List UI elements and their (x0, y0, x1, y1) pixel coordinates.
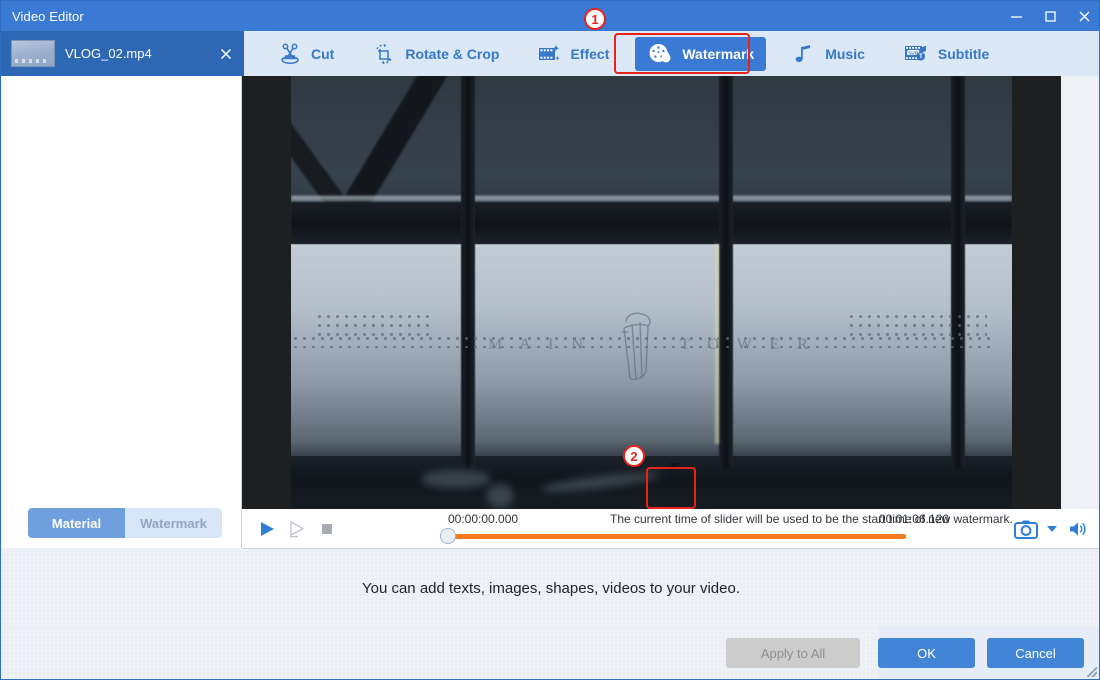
tab-effect-label: Effect (570, 46, 609, 62)
video-editor-window: Video Editor VLOG_02.mp4 (0, 0, 1100, 680)
content-hint-area: You can add texts, images, shapes, video… (2, 549, 1100, 627)
video-floor-reflection (421, 470, 491, 488)
svg-text:T: T (919, 54, 923, 60)
resize-grip[interactable] (1087, 667, 1097, 677)
video-mullion (951, 76, 965, 469)
tab-watermark[interactable]: Watermark (635, 37, 766, 71)
left-panel-tabs: Material Watermark (28, 508, 222, 538)
chevron-down-icon[interactable] (1045, 514, 1059, 544)
title-bar: Video Editor (1, 1, 1100, 31)
volume-icon[interactable] (1063, 514, 1093, 544)
timeline-labels: 00:00:00.000 The current time of slider … (360, 509, 1011, 529)
left-tab-watermark[interactable]: Watermark (125, 508, 222, 538)
file-tab-label: VLOG_02.mp4 (65, 46, 216, 61)
tab-cut[interactable]: Cut (266, 37, 346, 71)
tab-effect[interactable]: Effect (525, 37, 621, 71)
player-bar: 00:00:00.000 The current time of slider … (242, 509, 1100, 549)
video-preview-area[interactable]: M A I N T O W E R (242, 76, 1061, 509)
maximize-icon[interactable] (1033, 1, 1067, 31)
video-frosted-dots (291, 334, 731, 348)
video-horizontal-beam (291, 202, 1012, 244)
tab-cut-label: Cut (311, 46, 334, 62)
close-icon[interactable] (1067, 1, 1100, 31)
content-hint-text: You can add texts, images, shapes, video… (362, 580, 740, 597)
close-file-icon[interactable] (216, 44, 236, 64)
left-tab-material[interactable]: Material (28, 508, 125, 538)
video-foreground (291, 456, 1012, 509)
subtitle-icon: SUB T (903, 42, 929, 66)
footer-action-buttons: OK Cancel (878, 627, 1100, 679)
timeline-track[interactable] (446, 534, 906, 539)
ok-button[interactable]: OK (878, 638, 975, 668)
transport-controls (242, 509, 348, 549)
film-sparkle-icon (537, 42, 561, 66)
camera-icon[interactable] (1011, 514, 1041, 544)
tab-subtitle-label: Subtitle (938, 46, 989, 62)
video-mullion (461, 76, 475, 469)
video-mullion (326, 244, 338, 469)
cancel-button[interactable]: Cancel (987, 638, 1084, 668)
window-controls (999, 1, 1100, 31)
timeline-hint: The current time of slider will be used … (610, 512, 1013, 526)
left-panel: Material Watermark (2, 76, 242, 548)
apply-to-all-button[interactable]: Apply to All (726, 638, 860, 668)
timeline-handle[interactable] (440, 528, 456, 544)
footer-bar: Apply to All OK Cancel (2, 627, 1100, 679)
minimize-icon[interactable] (999, 1, 1033, 31)
tab-watermark-label: Watermark (682, 46, 754, 62)
tab-rotate-crop[interactable]: Rotate & Crop (360, 37, 511, 71)
video-mullion (719, 76, 733, 469)
tab-subtitle[interactable]: SUB T Subtitle (891, 37, 1001, 71)
tab-music[interactable]: Music (780, 37, 877, 71)
music-note-icon (792, 42, 816, 66)
play-icon[interactable] (252, 514, 282, 544)
duration-label: 00:01:06.120 (879, 512, 949, 526)
play-range-icon[interactable] (282, 514, 312, 544)
video-frame: M A I N T O W E R (291, 76, 1012, 509)
video-glass-wall (291, 244, 1012, 456)
watermark-drop-icon (647, 41, 673, 67)
timeline[interactable]: 00:00:00.000 The current time of slider … (348, 509, 1011, 549)
video-floor-reflection (487, 484, 513, 508)
tab-strip: VLOG_02.mp4 Cut (1, 31, 1100, 76)
window-title: Video Editor (1, 9, 84, 24)
current-time-label: 00:00:00.000 (448, 512, 518, 526)
video-frosted-dots (741, 334, 991, 348)
editor-toolbar: Cut Rotate & Crop (244, 31, 1100, 76)
player-right-controls (1011, 509, 1100, 549)
selected-tool-caret (669, 463, 679, 469)
scissors-icon (278, 42, 302, 66)
tab-rotate-crop-label: Rotate & Crop (405, 46, 499, 62)
file-tab[interactable]: VLOG_02.mp4 (1, 31, 244, 76)
tab-music-label: Music (825, 46, 865, 62)
stop-icon[interactable] (312, 514, 342, 544)
file-thumbnail (11, 40, 55, 67)
crop-rotate-icon (372, 42, 396, 66)
